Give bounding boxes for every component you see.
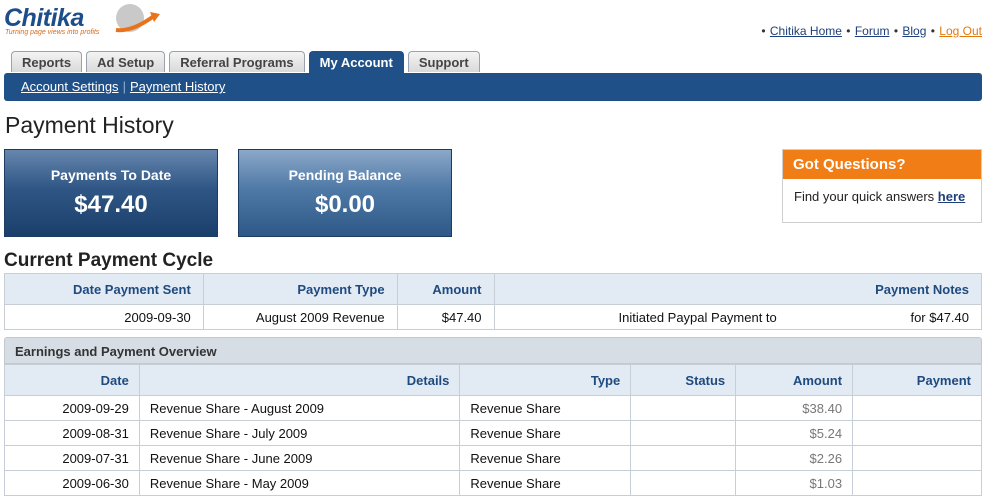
cycle-notes-right: for $47.40 [910,309,969,325]
forum-link[interactable]: Forum [855,24,890,38]
main-tabs: Reports Ad Setup Referral Programs My Ac… [11,51,480,74]
logo-tagline: Turning page views into profits [5,29,100,36]
column-header: Payment Notes [493,273,983,305]
column-header: Amount [735,364,854,396]
bullet: • [893,24,899,38]
page-title: Payment History [5,112,174,138]
tab-reports[interactable]: Reports [11,51,83,72]
cycle-notes-left: Initiated Paypal Payment to [618,309,777,325]
got-questions-box: Got Questions? Find your quick answers h… [782,149,982,223]
bullet: • [930,24,935,38]
subnav-divider: | [122,79,126,94]
row-date: 2009-09-29 [4,395,140,421]
row-status [630,395,737,421]
bullet: • [761,24,766,38]
sub-navigation: Account Settings | Payment History [4,73,982,101]
row-amount: $2.26 [735,445,854,471]
row-type: Revenue Share [459,420,632,446]
pending-balance-box: Pending Balance $0.00 [238,149,452,237]
cycle-type: August 2009 Revenue [202,304,398,330]
blog-link[interactable]: Blog [902,24,926,38]
pending-balance-label: Pending Balance [288,167,402,183]
row-payment [852,470,982,496]
chitika-home-link[interactable]: Chitika Home [770,24,842,38]
row-payment [852,445,982,471]
column-header: Payment [852,364,982,396]
column-header: Amount [396,273,495,305]
column-header: Type [459,364,632,396]
row-amount: $5.24 [735,420,854,446]
column-header: Status [630,364,737,396]
cycle-date: 2009-09-30 [4,304,204,330]
row-date: 2009-06-30 [4,470,140,496]
logo-swoosh-icon [115,4,160,33]
earnings-overview-title: Earnings and Payment Overview [4,337,982,364]
payment-history-link[interactable]: Payment History [130,79,225,94]
table-header-row: Date Payment Sent Payment Type Amount Pa… [4,273,983,305]
row-payment [852,395,982,421]
got-questions-title: Got Questions? [783,150,981,179]
table-row: 2009-06-30 Revenue Share - May 2009 Reve… [4,470,982,496]
table-row: 2009-07-31 Revenue Share - June 2009 Rev… [4,445,982,471]
row-amount: $1.03 [735,470,854,496]
account-settings-link[interactable]: Account Settings [21,79,119,94]
quick-answers-link[interactable]: here [938,189,965,204]
payments-to-date-label: Payments To Date [50,167,172,183]
table-header-row: Date Details Type Status Amount Payment [4,364,982,396]
row-date: 2009-07-31 [4,445,140,471]
row-details: Revenue Share - May 2009 [138,470,461,496]
row-status [630,470,737,496]
column-header: Details [138,364,461,396]
payments-to-date-box: Payments To Date $47.40 [4,149,218,237]
current-payment-cycle-table: Date Payment Sent Payment Type Amount Pa… [4,273,983,330]
earnings-overview-table: Date Details Type Status Amount Payment … [4,364,982,496]
table-row: 2009-09-29 Revenue Share - August 2009 R… [4,395,982,421]
row-date: 2009-08-31 [4,420,140,446]
bullet: • [846,24,851,38]
logout-link[interactable]: Log Out [939,24,982,38]
row-type: Revenue Share [459,445,632,471]
tab-referral-programs[interactable]: Referral Programs [169,51,305,72]
cycle-amount: $47.40 [396,304,495,330]
top-links: • Chitika Home • Forum • Blog • Log Out [760,24,982,38]
quick-answers-text: Find your quick answers [794,189,938,204]
tab-ad-setup[interactable]: Ad Setup [86,51,166,72]
row-details: Revenue Share - July 2009 [138,420,461,446]
got-questions-body: Find your quick answers here [783,179,981,204]
row-status [630,445,737,471]
pending-balance-value: $0.00 [314,191,376,218]
column-header: Date Payment Sent [4,273,204,305]
row-type: Revenue Share [459,395,632,421]
chitika-logo[interactable]: Chitika Turning page views into profits [4,2,164,42]
row-details: Revenue Share - August 2009 [138,395,461,421]
column-header: Payment Type [202,273,398,305]
row-amount: $38.40 [735,395,854,421]
row-type: Revenue Share [459,470,632,496]
cycle-notes: Initiated Paypal Payment to for $47.40 [493,304,983,330]
tab-support[interactable]: Support [407,51,480,72]
row-payment [852,420,982,446]
table-row: 2009-09-30 August 2009 Revenue $47.40 In… [4,304,983,330]
payments-to-date-value: $47.40 [74,191,148,218]
column-header: Date [4,364,140,396]
row-details: Revenue Share - June 2009 [138,445,461,471]
tab-my-account[interactable]: My Account [308,51,404,74]
table-row: 2009-08-31 Revenue Share - July 2009 Rev… [4,420,982,446]
row-status [630,420,737,446]
current-payment-cycle-title: Current Payment Cycle [4,250,214,271]
